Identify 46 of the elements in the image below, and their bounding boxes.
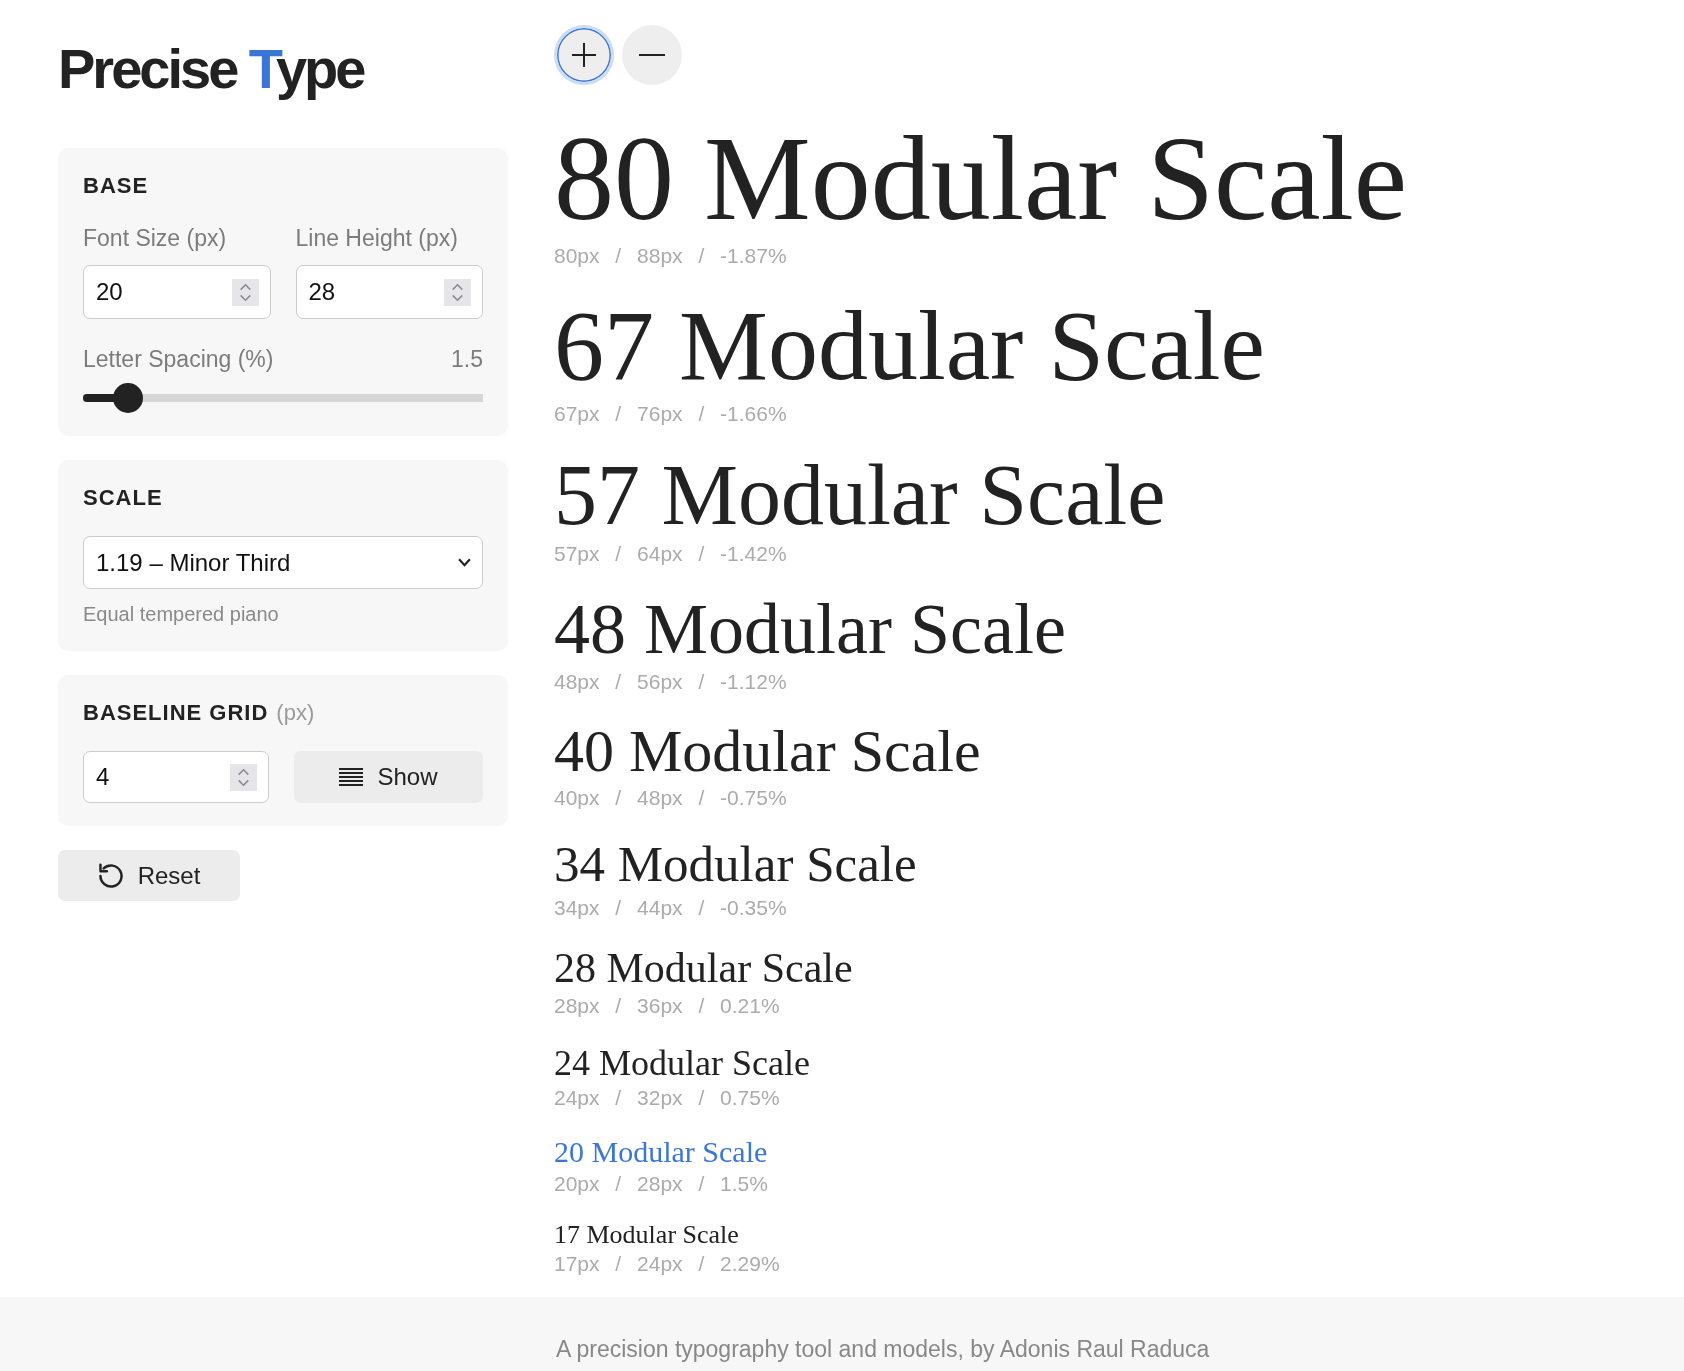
stepper-arrows-icon[interactable] (230, 763, 257, 791)
metrics-text: 20px / 28px / 1.5% (554, 1173, 768, 1195)
zoom-in-button[interactable] (554, 25, 614, 85)
sample-text: 34 Modular Scale (554, 835, 917, 894)
section-title: SCALE (83, 484, 164, 512)
counterclockwise-arrow-icon (97, 862, 124, 889)
metrics-text: 40px / 48px / -0.75% (554, 787, 787, 809)
sample-text: 28 Modular Scale (554, 944, 853, 993)
section-title: BASELINE GRID (83, 699, 269, 727)
sample-text: 17 Modular Scale (554, 1219, 739, 1251)
sample-text: 20 Modular Scale (554, 1134, 768, 1170)
show-grid-button[interactable]: Show (294, 751, 483, 803)
reset-button[interactable]: Reset (58, 850, 240, 901)
sample-text: 80 Modular Scale (554, 113, 1408, 245)
metrics-text: 34px / 44px / -0.35% (554, 897, 787, 919)
hint-text: Equal tempered piano (83, 602, 280, 627)
stepper-arrows-icon[interactable] (444, 278, 471, 306)
number-input[interactable]: 4 (83, 751, 269, 803)
metrics-text: 67px / 76px / -1.66% (554, 403, 787, 425)
minus-icon (639, 54, 665, 56)
scale-dropdown[interactable]: 1.19 – Minor Third (83, 536, 483, 589)
number-input[interactable]: 20 (83, 265, 271, 319)
footer-text: A precision typography tool and models, by Adonis Raul Raduca (556, 1335, 1210, 1364)
chevron-down-icon (458, 558, 471, 567)
sample-text: 48 Modular Scale (554, 588, 1066, 671)
section-title: BASE (83, 172, 150, 200)
stepper-arrows-icon[interactable] (231, 278, 259, 306)
field-label: Font Size (px) (83, 224, 228, 253)
sample-text: 67 Modular Scale (554, 289, 1265, 403)
number-input[interactable]: 28 (295, 265, 483, 319)
metrics-text: 80px / 88px / -1.87% (554, 245, 787, 267)
sample-text: 40 Modular Scale (554, 717, 981, 786)
slider-value: 1.5 (451, 345, 483, 374)
metrics-text: 24px / 32px / 0.75% (554, 1087, 780, 1109)
field-label: Line Height (px) (295, 224, 459, 253)
metrics-text: 48px / 56px / -1.12% (554, 671, 787, 693)
sample-text: 57 Modular Scale (554, 447, 1166, 543)
slider-thumb[interactable] (112, 383, 143, 413)
lines-icon (339, 768, 364, 786)
plus-icon (572, 43, 596, 67)
sample-text: 24 Modular Scale (554, 1042, 810, 1085)
metrics-text: 17px / 24px / 2.29% (554, 1253, 780, 1275)
metrics-text: 28px / 36px / 0.21% (554, 995, 780, 1017)
unit-label: (px) (276, 699, 315, 727)
field-label: Letter Spacing (%) (83, 345, 274, 374)
metrics-text: 57px / 64px / -1.42% (554, 543, 787, 565)
